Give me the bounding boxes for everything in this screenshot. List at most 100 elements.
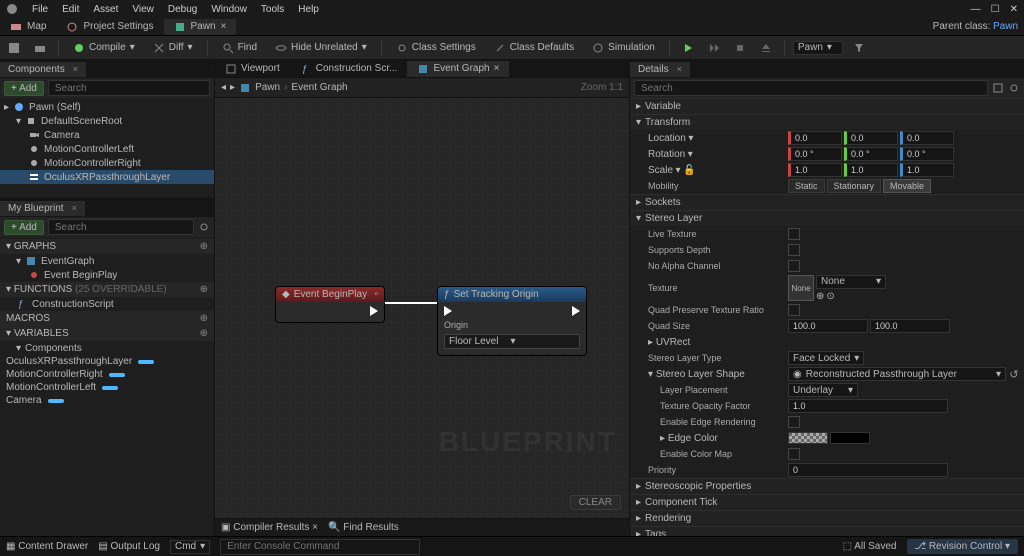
minimize-button[interactable]: — xyxy=(971,4,981,15)
edge-rendering-checkbox[interactable] xyxy=(788,416,800,428)
section-functions[interactable]: ▾ FUNCTIONS (25 OVERRIDABLE)⊕ xyxy=(0,282,214,297)
category-sockets[interactable]: ▸Sockets xyxy=(630,194,1024,210)
layer-placement-dropdown[interactable]: Underlay▾ xyxy=(788,383,858,397)
debug-target-dropdown[interactable]: Pawn▾ xyxy=(793,41,843,55)
tab-viewport[interactable]: Viewport xyxy=(215,61,290,77)
output-log-button[interactable]: ▤ Output Log xyxy=(98,541,160,552)
add-function-button[interactable]: ⊕ xyxy=(200,284,208,295)
cmd-type-dropdown[interactable]: Cmd▾ xyxy=(170,540,210,554)
exec-out-pin[interactable] xyxy=(370,306,378,316)
color-map-checkbox[interactable] xyxy=(788,448,800,460)
quad-preserve-checkbox[interactable] xyxy=(788,304,800,316)
close-icon[interactable]: × xyxy=(677,64,682,74)
stop-button[interactable] xyxy=(730,40,750,56)
graph-canvas[interactable]: BLUEPRINT ◆Event BeginPlay▫ ƒSet Trackin… xyxy=(215,98,629,518)
crumb-root[interactable]: Pawn xyxy=(255,82,280,93)
quad-size-y[interactable] xyxy=(870,319,950,333)
layer-type-dropdown[interactable]: Face Locked▾ xyxy=(788,351,864,365)
layer-shape-dropdown[interactable]: ◉Reconstructed Passthrough Layer▾ xyxy=(788,367,1006,381)
var-mcl[interactable]: MotionControllerLeft xyxy=(0,381,214,394)
class-defaults-button[interactable]: Class Defaults xyxy=(488,40,580,56)
close-icon[interactable]: × xyxy=(72,203,77,213)
section-variables[interactable]: ▾ VARIABLES⊕ xyxy=(0,326,214,341)
category-stereo-layer[interactable]: ▾Stereo Layer xyxy=(630,210,1024,226)
edge-color-alpha[interactable] xyxy=(830,432,870,444)
no-alpha-checkbox[interactable] xyxy=(788,260,800,272)
category-component-tick[interactable]: ▸Component Tick xyxy=(630,494,1024,510)
close-icon[interactable]: × xyxy=(494,63,500,74)
maximize-button[interactable]: ☐ xyxy=(991,4,1000,15)
section-graphs[interactable]: ▾ GRAPHS⊕ xyxy=(0,239,214,254)
gear-icon[interactable] xyxy=(198,221,210,233)
skip-button[interactable] xyxy=(704,40,724,56)
scale-x[interactable] xyxy=(788,163,842,177)
menu-asset[interactable]: Asset xyxy=(93,4,118,15)
graph-eventgraph[interactable]: ▾EventGraph xyxy=(0,254,214,268)
chevron-down-icon[interactable]: ▾ xyxy=(688,149,693,160)
hide-unrelated-button[interactable]: Hide Unrelated▾ xyxy=(269,40,373,56)
var-mcr[interactable]: MotionControllerRight xyxy=(0,368,214,381)
tab-map[interactable]: Map xyxy=(0,19,56,35)
add-variable-button[interactable]: ⊕ xyxy=(200,328,208,339)
close-icon[interactable]: × xyxy=(73,64,78,74)
edge-color-swatch[interactable] xyxy=(788,432,828,444)
add-component-button[interactable]: + Add xyxy=(4,81,44,96)
rotation-z[interactable] xyxy=(900,147,954,161)
close-button[interactable]: ✕ xyxy=(1010,4,1018,15)
section-macros[interactable]: MACROS⊕ xyxy=(0,311,214,326)
component-oculus-passthrough[interactable]: OculusXRPassthroughLayer xyxy=(0,170,214,184)
location-y[interactable] xyxy=(844,131,898,145)
live-texture-checkbox[interactable] xyxy=(788,228,800,240)
chevron-down-icon[interactable]: ▾ xyxy=(676,165,681,176)
parent-class-link[interactable]: Pawn xyxy=(993,21,1018,32)
category-rendering[interactable]: ▸Rendering xyxy=(630,510,1024,526)
revision-control-button[interactable]: ⎇ Revision Control ▾ xyxy=(907,539,1019,554)
menu-file[interactable]: File xyxy=(32,4,48,15)
category-tags[interactable]: ▸Tags xyxy=(630,526,1024,536)
tab-compiler-results[interactable]: ▣ Compiler Results × xyxy=(221,522,318,533)
components-tab[interactable]: Components× xyxy=(0,62,86,77)
supports-depth-checkbox[interactable] xyxy=(788,244,800,256)
category-variable[interactable]: ▸Variable xyxy=(630,98,1024,114)
exec-in-pin[interactable] xyxy=(444,306,452,316)
tab-project-settings[interactable]: Project Settings xyxy=(56,19,163,35)
lock-icon[interactable]: 🔓 xyxy=(683,165,695,176)
rotation-y[interactable] xyxy=(844,147,898,161)
quad-size-x[interactable] xyxy=(788,319,868,333)
texture-thumbnail[interactable]: None xyxy=(788,275,814,301)
location-z[interactable] xyxy=(900,131,954,145)
add-macro-button[interactable]: ⊕ xyxy=(200,313,208,324)
exec-out-pin[interactable] xyxy=(572,306,580,316)
details-tab[interactable]: Details× xyxy=(630,62,690,77)
category-transform[interactable]: ▾Transform xyxy=(630,114,1024,130)
console-input[interactable] xyxy=(220,539,420,555)
play-button[interactable] xyxy=(678,40,698,56)
add-graph-button[interactable]: ⊕ xyxy=(200,241,208,252)
nav-fwd[interactable]: ▸ xyxy=(230,82,235,93)
content-drawer-button[interactable]: ▦ Content Drawer xyxy=(6,541,88,552)
find-button[interactable]: Find xyxy=(216,40,263,56)
gear-icon[interactable] xyxy=(1008,82,1020,94)
node-set-tracking-origin[interactable]: ƒSet Tracking Origin Origin Floor Level▾ xyxy=(437,286,587,356)
var-group-components[interactable]: ▾Components xyxy=(0,341,214,355)
mobility-stationary[interactable]: Stationary xyxy=(827,179,882,193)
close-icon[interactable]: × xyxy=(312,522,318,533)
menu-edit[interactable]: Edit xyxy=(62,4,79,15)
menu-window[interactable]: Window xyxy=(211,4,247,15)
priority-input[interactable] xyxy=(788,463,948,477)
component-scene-root[interactable]: ▾DefaultSceneRoot xyxy=(0,114,214,128)
opacity-input[interactable] xyxy=(788,399,948,413)
menu-debug[interactable]: Debug xyxy=(168,4,197,15)
tab-pawn-close[interactable]: × xyxy=(221,21,227,32)
scale-y[interactable] xyxy=(844,163,898,177)
add-new-button[interactable]: + Add xyxy=(4,220,44,235)
menu-help[interactable]: Help xyxy=(298,4,319,15)
chevron-down-icon[interactable]: ▾ xyxy=(688,133,693,144)
tab-eventgraph[interactable]: Event Graph× xyxy=(407,61,509,77)
var-camera[interactable]: Camera xyxy=(0,394,214,407)
rotation-x[interactable] xyxy=(788,147,842,161)
mobility-static[interactable]: Static xyxy=(788,179,825,193)
tab-pawn[interactable]: Pawn × xyxy=(164,19,237,35)
simulation-button[interactable]: Simulation xyxy=(586,40,661,56)
browse-button[interactable] xyxy=(30,40,50,56)
